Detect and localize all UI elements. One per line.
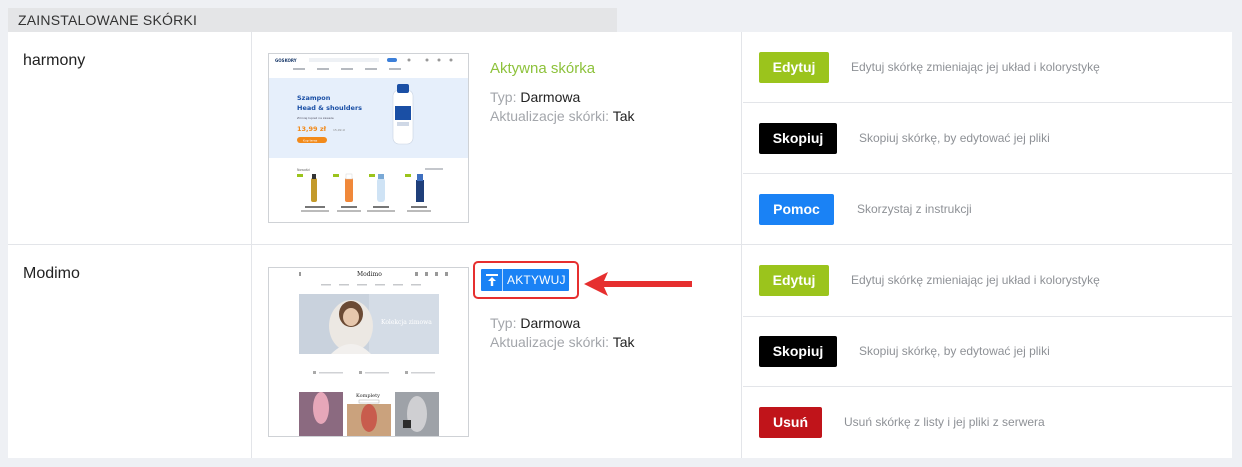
- delete-button[interactable]: Usuń: [759, 407, 822, 438]
- updates-label: Aktualizacje skórki:: [490, 334, 610, 350]
- help-description: Skorzystaj z instrukcji: [857, 202, 972, 216]
- skin-name: harmony: [8, 32, 252, 244]
- skin-actions: Edytuj Edytuj skórkę zmieniając jej ukła…: [743, 32, 1232, 244]
- preview-cta: Kup teraz: [303, 139, 318, 143]
- type-value: Darmowa: [520, 315, 581, 331]
- preview-image: Modimo Kolekcja zimowa Komplety: [269, 268, 468, 436]
- skins-table: harmony GOSKORY Szampon Head & shoulders…: [8, 32, 1232, 458]
- preview-banner-title-2: Head & shoulders: [297, 104, 362, 112]
- action-edit: Edytuj Edytuj skórkę zmieniając jej ukła…: [743, 245, 1232, 317]
- help-button[interactable]: Pomoc: [759, 194, 834, 225]
- skin-preview-modimo[interactable]: Modimo Kolekcja zimowa Komplety: [268, 267, 469, 437]
- action-copy: Skopiuj Skopiuj skórkę, by edytować jej …: [743, 103, 1232, 174]
- copy-button[interactable]: Skopiuj: [759, 123, 837, 154]
- preview-section: Komplety: [356, 393, 380, 399]
- activate-highlight: AKTYWUJ: [473, 261, 579, 299]
- type-label: Typ:: [490, 315, 517, 331]
- skin-name: Modimo: [8, 245, 252, 458]
- skin-row-harmony: harmony GOSKORY Szampon Head & shoulders…: [8, 32, 1232, 245]
- updates-value: Tak: [612, 108, 635, 124]
- preview-banner-title: Szampon: [297, 94, 331, 102]
- preview-brand: Modimo: [357, 271, 382, 278]
- copy-description: Skopiuj skórkę, by edytować jej pliki: [859, 131, 1050, 145]
- skin-updates: Aktualizacje skórki: Tak: [490, 107, 634, 126]
- skin-type: Typ: Darmowa: [490, 314, 580, 333]
- section-title: ZAINSTALOWANE SKÓRKI: [8, 8, 617, 32]
- updates-label: Aktualizacje skórki:: [490, 108, 610, 124]
- action-copy: Skopiuj Skopiuj skórkę, by edytować jej …: [743, 317, 1232, 387]
- type-value: Darmowa: [520, 89, 581, 105]
- skin-info: GOSKORY Szampon Head & shoulders Zmniej …: [253, 32, 742, 244]
- action-help: Pomoc Skorzystaj z instrukcji: [743, 174, 1232, 244]
- edit-description: Edytuj skórkę zmieniając jej układ i kol…: [851, 273, 1100, 287]
- preview-banner-sub: Zmniej łupież na zawsze: [297, 116, 334, 120]
- action-edit: Edytuj Edytuj skórkę zmieniając jej ukła…: [743, 32, 1232, 103]
- skin-type: Typ: Darmowa: [490, 88, 580, 107]
- action-delete: Usuń Usuń skórkę z listy i jej pliki z s…: [743, 387, 1232, 458]
- activate-button[interactable]: AKTYWUJ: [481, 269, 569, 291]
- skin-actions: Edytuj Edytuj skórkę zmieniając jej ukła…: [743, 245, 1232, 458]
- active-skin-status: Aktywna skórka: [490, 60, 596, 77]
- updates-value: Tak: [612, 334, 635, 350]
- preview-old-price: 15,99 zł: [333, 128, 345, 132]
- copy-button[interactable]: Skopiuj: [759, 336, 837, 367]
- preview-image: GOSKORY Szampon Head & shoulders Zmniej …: [269, 54, 468, 222]
- type-label: Typ:: [490, 89, 517, 105]
- preview-section: Nowości: [297, 168, 310, 172]
- edit-button[interactable]: Edytuj: [759, 52, 829, 83]
- skin-updates: Aktualizacje skórki: Tak: [490, 333, 634, 352]
- upload-icon: [481, 269, 503, 291]
- skin-preview-harmony[interactable]: GOSKORY Szampon Head & shoulders Zmniej …: [268, 53, 469, 223]
- arrow-left-icon: [584, 272, 692, 296]
- copy-description: Skopiuj skórkę, by edytować jej pliki: [859, 344, 1050, 358]
- preview-banner: Kolekcja zimowa: [381, 319, 432, 326]
- preview-brand: GOSKORY: [275, 58, 297, 63]
- preview-price: 13,99 zł: [297, 125, 327, 133]
- delete-description: Usuń skórkę z listy i jej pliki z serwer…: [844, 415, 1045, 429]
- edit-description: Edytuj skórkę zmieniając jej układ i kol…: [851, 60, 1100, 74]
- activate-label: AKTYWUJ: [507, 273, 566, 287]
- edit-button[interactable]: Edytuj: [759, 265, 829, 296]
